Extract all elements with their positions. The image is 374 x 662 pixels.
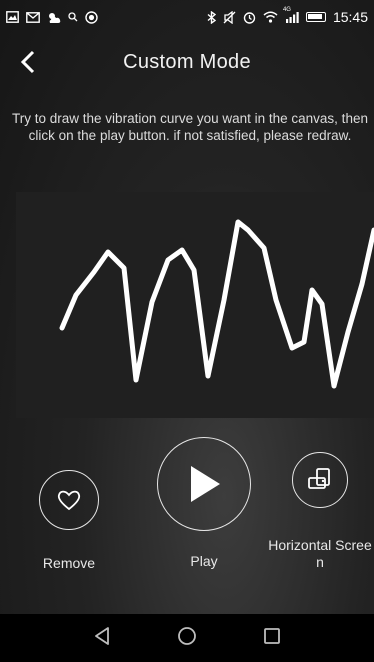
gallery-icon [6, 11, 19, 23]
wifi-icon [263, 11, 278, 23]
heart-outline-icon [57, 490, 81, 511]
remove-label: Remove [42, 555, 96, 571]
circle-home-icon[interactable] [177, 626, 197, 651]
instructions-text: Try to draw the vibration curve you want… [12, 111, 368, 143]
square-recents-icon[interactable] [263, 627, 281, 650]
bluetooth-icon [207, 10, 216, 24]
mute-icon [223, 10, 236, 24]
app-bar: Custom Mode [0, 34, 374, 90]
network-badge: 4G [282, 7, 291, 13]
status-bar: 4G 15:45 [0, 0, 374, 34]
search-icon [68, 12, 78, 22]
record-icon [85, 10, 98, 24]
page-title: Custom Mode [123, 50, 251, 73]
mail-icon [26, 11, 40, 23]
battery-icon [305, 12, 326, 22]
remove-button[interactable] [39, 470, 99, 530]
chevron-left-icon [20, 50, 35, 74]
status-time: 15:45 [332, 9, 368, 25]
remove-control: Remove [33, 470, 105, 572]
drawing-canvas[interactable] [16, 192, 374, 418]
system-nav-bar [0, 614, 374, 662]
vibration-curve [59, 219, 374, 389]
weather-icon [47, 11, 61, 24]
play-label: Play [190, 553, 218, 569]
play-control: Play [156, 437, 252, 570]
play-button[interactable] [157, 437, 251, 531]
status-left-icons [6, 10, 98, 24]
status-right-icons: 4G 15:45 [207, 7, 368, 25]
alarm-icon [243, 11, 256, 24]
play-icon [191, 466, 220, 502]
signal-icon: 4G [283, 7, 299, 23]
horizontal-screen-button[interactable] [292, 452, 348, 508]
horizontal-screen-label: Horizontal Scree n [268, 537, 372, 570]
back-button[interactable] [10, 44, 46, 80]
horizontal-screen-control: Horizontal Scree n [264, 452, 374, 571]
triangle-back-icon[interactable] [93, 626, 111, 651]
rotate-screen-icon [308, 468, 330, 489]
